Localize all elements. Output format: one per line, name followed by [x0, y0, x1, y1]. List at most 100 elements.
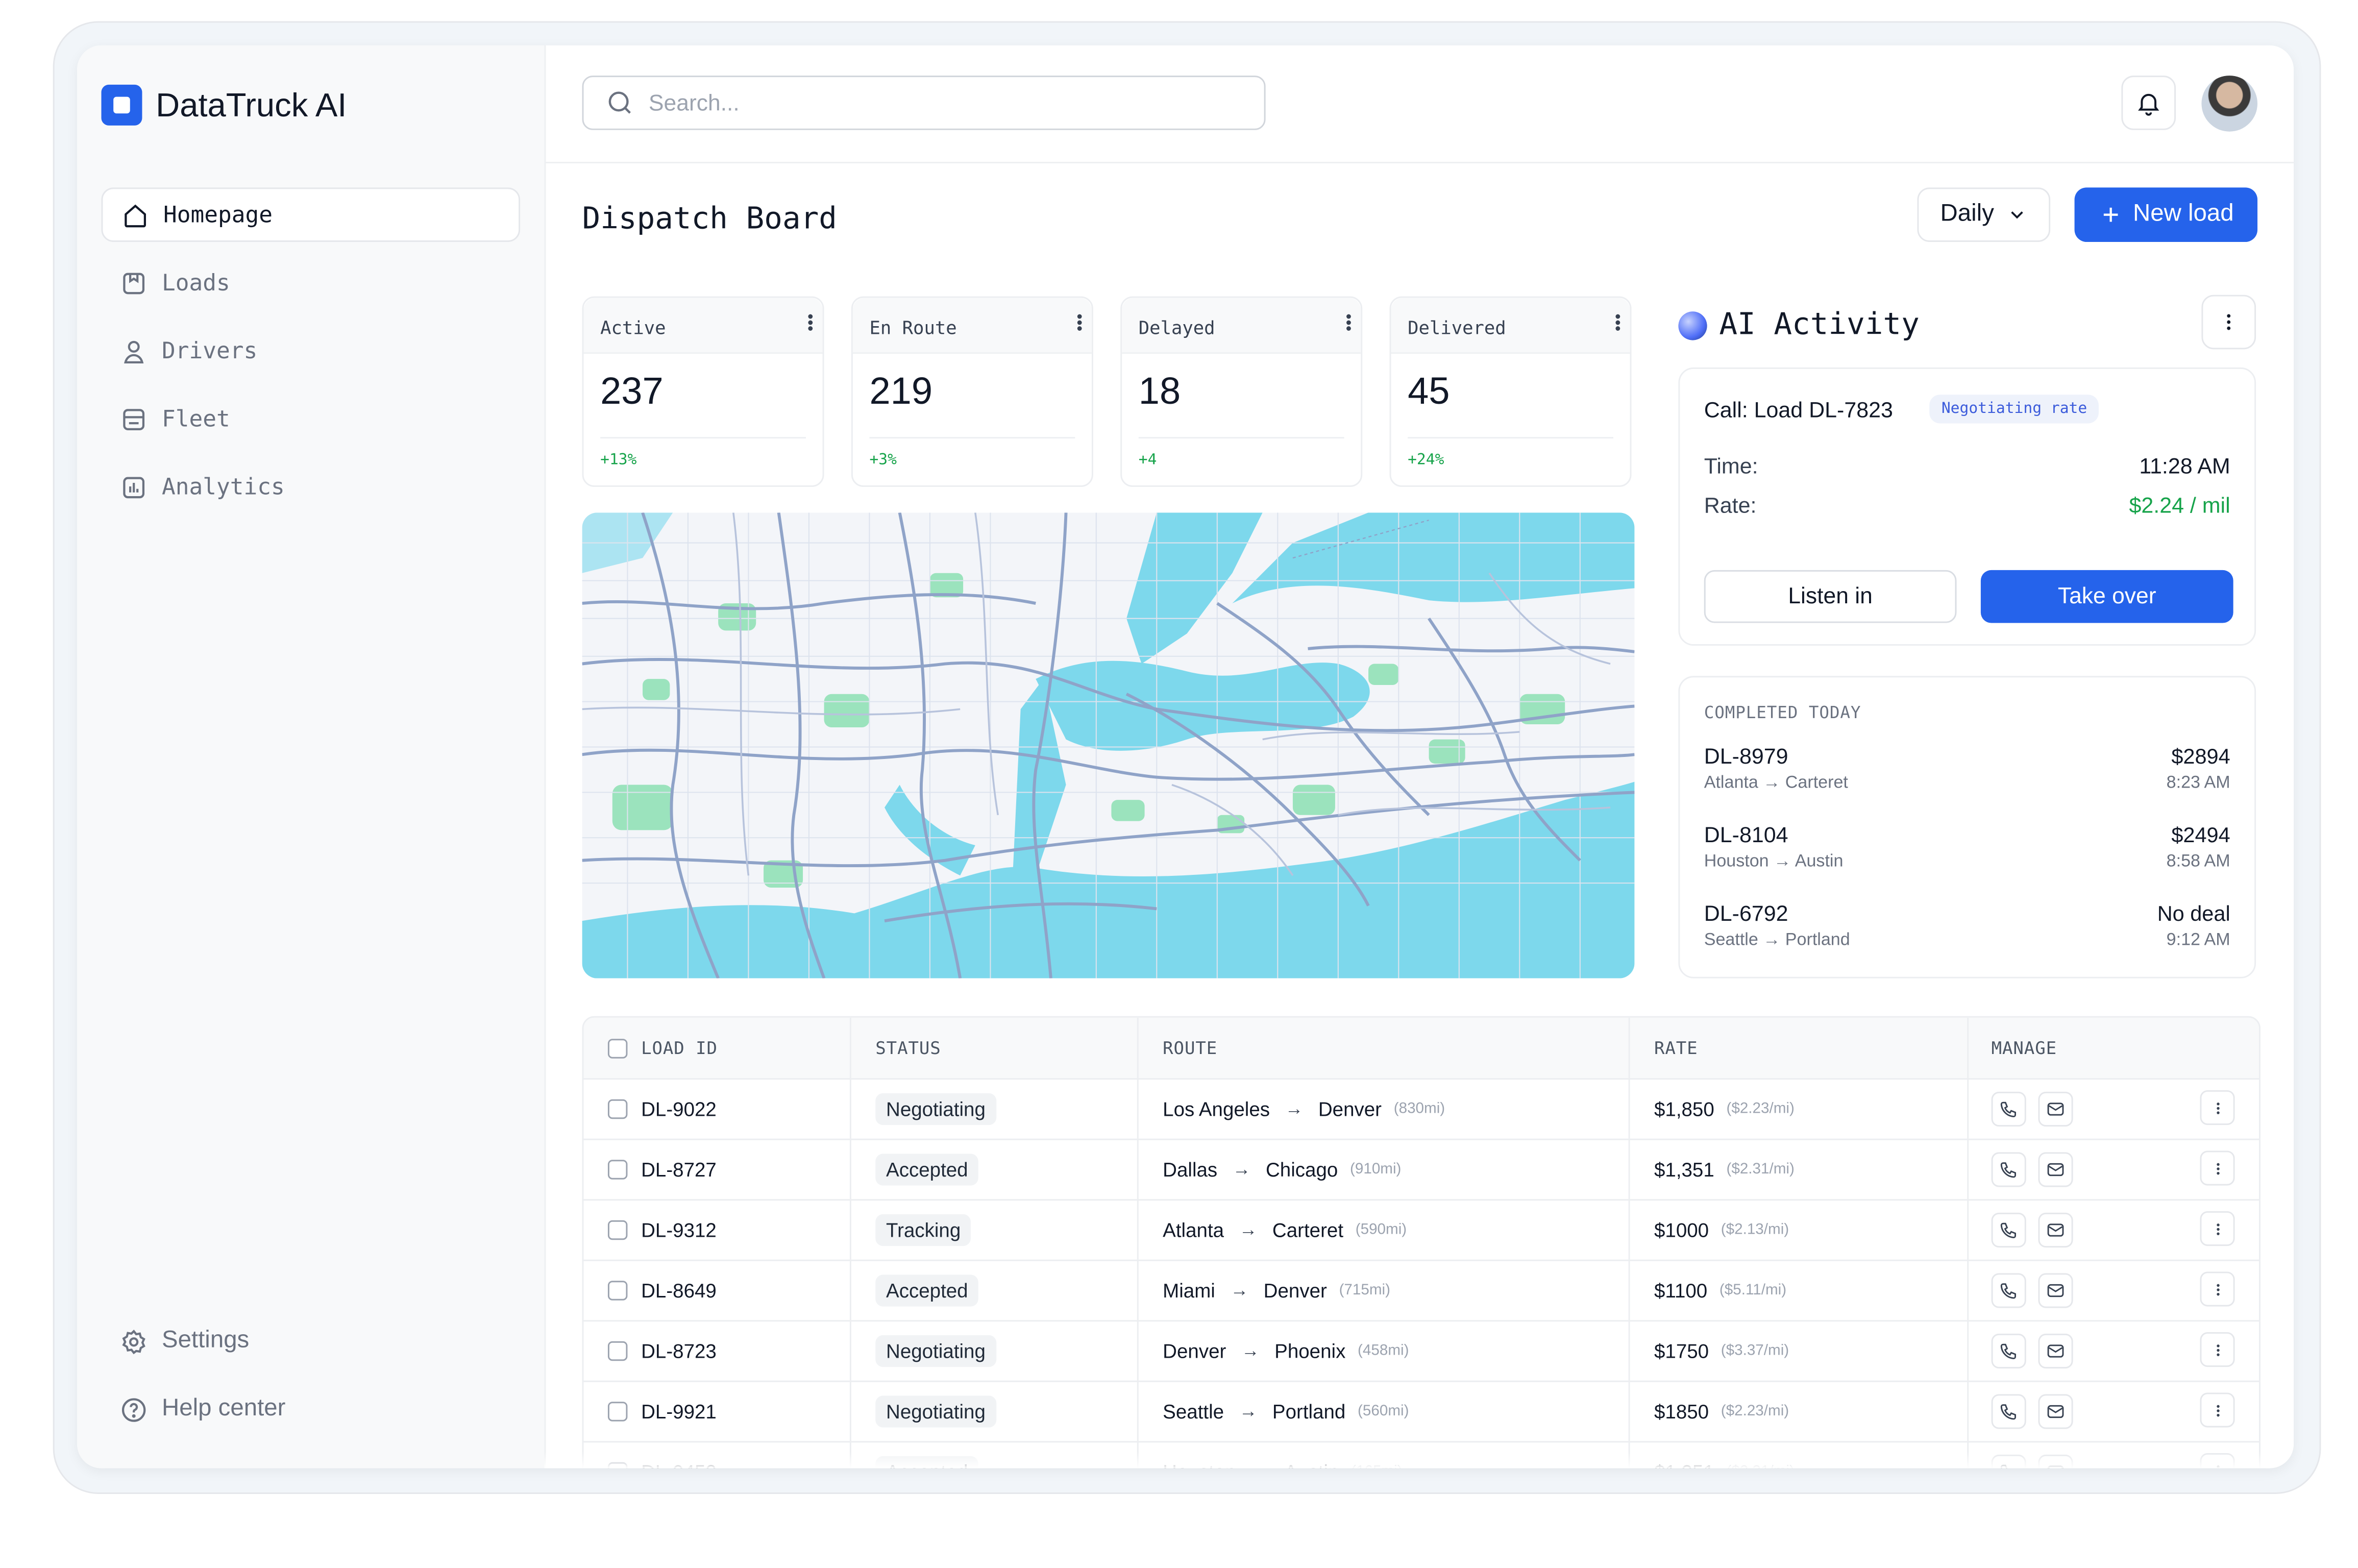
message-button[interactable]	[2038, 1151, 2073, 1187]
table-row[interactable]: DL-8727 Accepted Dallas → Chicago (910mi) $…	[583, 1138, 2259, 1201]
more-icon[interactable]: • • •	[807, 309, 814, 338]
message-button[interactable]	[2038, 1333, 2073, 1368]
route-map[interactable]	[582, 512, 1635, 978]
route-distance: (715mi)	[1339, 1281, 1391, 1298]
rate-label: Rate:	[1704, 494, 1757, 519]
status-badge: Negotiating	[875, 1092, 996, 1124]
call-button[interactable]	[1991, 1212, 2026, 1247]
sidebar-item-homepage[interactable]: Homepage	[101, 187, 521, 242]
completed-load-id[interactable]: DL-6792	[1704, 903, 1788, 927]
stat-delta: +24%	[1408, 452, 1444, 469]
row-checkbox[interactable]	[607, 1098, 628, 1118]
row-checkbox[interactable]	[607, 1219, 628, 1239]
select-all-checkbox[interactable]	[607, 1038, 628, 1058]
table-row[interactable]: DL-9022 Negotiating Los Angeles → Denver (8…	[583, 1078, 2259, 1140]
more-icon[interactable]: • • •	[1076, 309, 1083, 338]
sidebar-item-help[interactable]: Help center	[101, 1382, 520, 1437]
brand[interactable]: DataTruck AI	[101, 84, 347, 126]
rate-amount: $1,351	[1654, 1157, 1714, 1181]
status-badge: Negotiating	[875, 1334, 996, 1366]
divider	[1408, 437, 1613, 439]
manage-cell	[1969, 1078, 2259, 1139]
row-more-button[interactable]	[2200, 1271, 2235, 1307]
load-id[interactable]: DL-9921	[641, 1400, 717, 1422]
status-cell: Negotiating	[851, 1380, 1139, 1441]
row-checkbox[interactable]	[607, 1280, 628, 1300]
call-button[interactable]	[1991, 1151, 2026, 1187]
row-checkbox[interactable]	[607, 1159, 628, 1179]
more-icon[interactable]: • • •	[1615, 309, 1621, 338]
table-row[interactable]: DL-8649 Accepted Miami → Denver (715mi) $11…	[583, 1259, 2259, 1322]
stat-value: 237	[600, 370, 664, 413]
message-button[interactable]	[2038, 1272, 2073, 1308]
route-distance: (590mi)	[1355, 1221, 1407, 1238]
sidebar-item-drivers[interactable]: Drivers	[101, 324, 520, 378]
row-more-button[interactable]	[2200, 1090, 2235, 1125]
message-button[interactable]	[2038, 1091, 2073, 1126]
row-more-button[interactable]	[2200, 1150, 2235, 1186]
completed-load-id[interactable]: DL-8104	[1704, 824, 1788, 848]
table-row[interactable]: DL-8723 Negotiating Denver → Phoenix (458mi…	[583, 1320, 2259, 1382]
rate-amount: $1100	[1654, 1278, 1708, 1302]
row-checkbox[interactable]	[607, 1401, 628, 1421]
column-header-route[interactable]: ROUTE	[1139, 1017, 1630, 1079]
column-header-load-id[interactable]: LOAD ID	[584, 1017, 851, 1079]
sidebar-item-analytics[interactable]: Analytics	[101, 460, 520, 514]
completed-route: Seattle → Portland	[1704, 931, 1850, 950]
table-row[interactable]: DL-9921 Negotiating Seattle → Portland (560…	[583, 1380, 2259, 1443]
search-box[interactable]	[582, 76, 1266, 130]
completed-load-id[interactable]: DL-8979	[1704, 746, 1788, 770]
sidebar-item-label: Help center	[161, 1395, 286, 1422]
manage-cell	[1969, 1260, 2259, 1320]
row-more-button[interactable]	[2200, 1332, 2235, 1367]
load-id[interactable]: DL-9022	[641, 1097, 717, 1119]
call-button[interactable]	[1991, 1393, 2026, 1429]
more-icon[interactable]: • • •	[1346, 309, 1352, 338]
arrow-right-icon: →	[1230, 1279, 1249, 1301]
load-id[interactable]: DL-9312	[641, 1218, 717, 1240]
search-input[interactable]	[645, 88, 1226, 117]
column-header-status[interactable]: STATUS	[851, 1017, 1139, 1079]
call-button[interactable]	[1991, 1272, 2026, 1308]
stat-delta: +3%	[869, 452, 897, 469]
load-id-cell: DL-8723	[584, 1320, 851, 1381]
row-checkbox[interactable]	[607, 1340, 628, 1360]
brand-name: DataTruck AI	[156, 85, 347, 124]
message-button[interactable]	[2038, 1212, 2073, 1247]
call-button[interactable]	[1991, 1333, 2026, 1368]
ai-more-button[interactable]	[2201, 295, 2256, 350]
listen-in-button[interactable]: Listen in	[1704, 570, 1957, 623]
sidebar-item-settings[interactable]: Settings	[101, 1314, 520, 1368]
stat-label: En Route	[869, 317, 957, 339]
time-label: Time:	[1704, 455, 1758, 480]
time-value: 11:28 AM	[2139, 455, 2230, 480]
route-origin: Dallas	[1163, 1157, 1218, 1181]
active-call-card: Call: Load DL-7823 Negotiating rate Time…	[1678, 367, 2256, 646]
notifications-button[interactable]	[2121, 76, 2176, 130]
sidebar-item-label: Loads	[161, 269, 230, 297]
sidebar-item-loads[interactable]: Loads	[101, 256, 520, 310]
take-over-button[interactable]: Take over	[1980, 570, 2233, 623]
home-icon	[125, 204, 146, 227]
more-vertical-icon	[2216, 1222, 2219, 1235]
route-origin: Atlanta	[1163, 1218, 1224, 1241]
row-more-button[interactable]	[2200, 1211, 2235, 1246]
column-header-rate[interactable]: RATE	[1630, 1017, 1969, 1079]
load-id[interactable]: DL-8727	[641, 1158, 717, 1180]
message-button[interactable]	[2038, 1393, 2073, 1429]
rate-per-mile: ($3.37/mi)	[1721, 1342, 1789, 1359]
call-button[interactable]	[1991, 1091, 2026, 1126]
sidebar-item-fleet[interactable]: Fleet	[101, 391, 520, 446]
route-destination: Denver	[1318, 1097, 1382, 1120]
scroll-fade	[544, 1452, 2294, 1468]
row-more-button[interactable]	[2200, 1392, 2235, 1428]
table-row[interactable]: DL-9312 Tracking Atlanta → Carteret (590mi)…	[583, 1199, 2259, 1261]
ai-activity-title: AI Activity	[1719, 305, 1920, 342]
phone-icon	[2000, 1222, 2016, 1238]
rate-cell: $1750 ($3.37/mi)	[1630, 1320, 1969, 1381]
avatar[interactable]	[2201, 76, 2258, 132]
load-id[interactable]: DL-8649	[641, 1279, 717, 1301]
period-select[interactable]: Daily	[1917, 187, 2051, 242]
load-id[interactable]: DL-8723	[641, 1339, 717, 1361]
new-load-button[interactable]: New load	[2074, 187, 2258, 242]
